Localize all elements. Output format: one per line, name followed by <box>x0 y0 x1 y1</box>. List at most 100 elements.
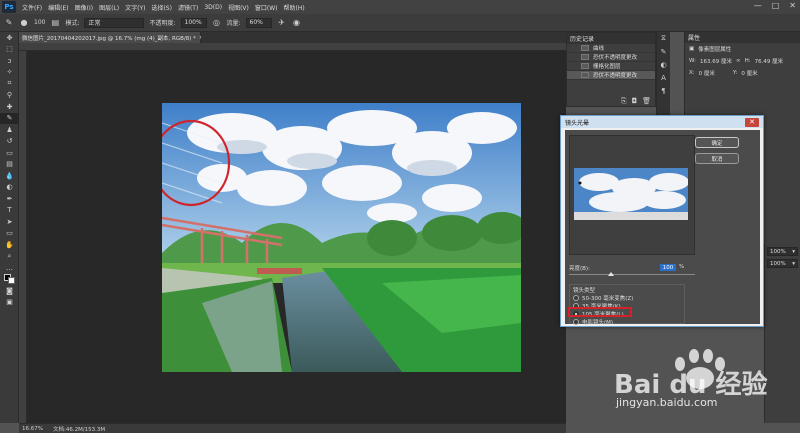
gradient-tool-icon[interactable]: ▤ <box>0 159 19 171</box>
screen-mode-icon[interactable]: ▣ <box>0 297 19 309</box>
width-field[interactable]: 163.69 厘米 <box>700 57 732 65</box>
dodge-tool-icon[interactable]: ◐ <box>0 182 19 194</box>
history-item[interactable]: 曲线 <box>567 44 655 53</box>
document-tab-title: 微信图片_20170404202017.jpg @ 16.7% (mg (4)_… <box>22 35 196 42</box>
history-icon[interactable]: ⧖ <box>657 32 670 45</box>
document-tab[interactable]: 微信图片_20170404202017.jpg @ 16.7% (mg (4)_… <box>19 32 203 43</box>
brightness-slider-track[interactable] <box>569 274 695 275</box>
brightness-label: 亮度(B): <box>569 266 590 272</box>
properties-title[interactable]: 属性 <box>688 33 700 42</box>
brush-tool-icon[interactable]: ✎ <box>0 112 19 124</box>
healing-tool-icon[interactable]: ✚ <box>0 101 19 113</box>
preview-thumbnail[interactable] <box>574 168 688 220</box>
baidu-watermark: Bai du 经验 jingyan.baidu.com <box>614 342 794 412</box>
ok-button[interactable]: 确定 <box>695 137 739 148</box>
mode-label: 模式: <box>65 20 80 27</box>
opacity-label: 不透明度: <box>149 20 176 27</box>
menu-file[interactable]: 文件(F) <box>19 3 45 12</box>
pressure-opacity-icon[interactable]: ◎ <box>212 18 222 28</box>
history-panel-header: 历史记录 <box>567 33 655 44</box>
trash-icon[interactable]: 🗑 <box>642 97 651 105</box>
dialog-close-button[interactable]: ✕ <box>745 117 759 127</box>
blur-tool-icon[interactable]: 💧 <box>0 170 19 182</box>
properties-subtitle-row: ▣ 像素图层属性 <box>685 43 800 55</box>
y-field[interactable]: 0 厘米 <box>741 69 757 77</box>
hand-tool-icon[interactable]: ✋ <box>0 239 19 251</box>
paragraph-icon[interactable]: ¶ <box>657 84 670 97</box>
path-select-tool-icon[interactable]: ➤ <box>0 216 19 228</box>
opacity-field[interactable]: 100% <box>180 17 207 28</box>
brightness-input[interactable]: 100 <box>660 264 676 271</box>
airbrush-icon[interactable]: ✈ <box>277 18 287 28</box>
status-bar: 16.67% 文档:46.2M/153.3M <box>19 423 566 433</box>
history-item-selected[interactable]: 恐伏不透明度更改 <box>567 71 655 80</box>
pen-tool-icon[interactable]: ✒ <box>0 193 19 205</box>
menu-window[interactable]: 窗口(W) <box>252 3 281 12</box>
link-icon[interactable]: ∞ <box>736 58 741 64</box>
history-item[interactable]: 栅格化图层 <box>567 62 655 71</box>
quick-select-tool-icon[interactable]: ✧ <box>0 67 19 79</box>
vertical-ruler <box>19 51 27 423</box>
lasso-tool-icon[interactable]: ↄ <box>0 55 19 67</box>
pressure-size-icon[interactable]: ◉ <box>292 18 302 28</box>
tools-panel: ✥ ⬚ ↄ ✧ ⌗ ⚲ ✚ ✎ ♟ ↺ ▭ ▤ 💧 ◐ ✒ T ➤ ▭ ✋ ⌕ … <box>0 32 19 423</box>
layer-fill-field[interactable]: 100% ▾ <box>767 259 798 268</box>
minimize-button[interactable]: — <box>754 1 762 10</box>
eyedropper-tool-icon[interactable]: ⚲ <box>0 90 19 102</box>
brush-panel-icon[interactable]: ▤ <box>50 18 60 28</box>
adjustments-icon[interactable]: ◐ <box>657 58 670 71</box>
size-row: W: 163.69 厘米 ∞ H: 76.49 厘米 <box>689 57 784 65</box>
menu-bar: Ps 文件(F) 编辑(E) 图像(I) 图层(L) 文字(Y) 选择(S) 滤… <box>0 0 800 14</box>
window-controls: — □ ✕ <box>754 1 796 10</box>
brush-settings-icon[interactable]: ✎ <box>657 45 670 58</box>
menu-view[interactable]: 视图(V) <box>225 3 252 12</box>
stamp-tool-icon[interactable]: ♟ <box>0 124 19 136</box>
menu-help[interactable]: 帮助(H) <box>281 3 308 12</box>
lens-option-50-300[interactable]: 50-300 毫米变焦(Z) <box>573 294 681 302</box>
snapshot-icon[interactable]: ◘ <box>632 97 638 105</box>
history-panel-title[interactable]: 历史记录 <box>570 34 594 43</box>
quick-mask-icon[interactable]: ◙ <box>0 285 19 297</box>
document-image[interactable] <box>162 103 521 372</box>
lens-option-movie[interactable]: 电影镜头(M) <box>573 318 681 326</box>
character-icon[interactable]: A <box>657 71 670 84</box>
cancel-button[interactable]: 取消 <box>695 153 739 164</box>
preview-frame <box>569 135 695 255</box>
new-document-icon[interactable]: ⎘ <box>621 97 627 106</box>
type-tool-icon[interactable]: T <box>0 205 19 217</box>
brightness-slider-thumb[interactable] <box>607 272 614 276</box>
brush-tip-icon[interactable]: ● <box>19 18 29 28</box>
crop-tool-icon[interactable]: ⌗ <box>0 78 19 90</box>
history-brush-tool-icon[interactable]: ↺ <box>0 136 19 148</box>
mode-select[interactable]: 正常 <box>84 17 145 28</box>
pixel-layer-icon: ▣ <box>689 46 695 52</box>
radio-icon <box>573 295 579 301</box>
menu-select[interactable]: 选择(S) <box>148 3 175 12</box>
eraser-tool-icon[interactable]: ▭ <box>0 147 19 159</box>
x-field[interactable]: 0 厘米 <box>699 69 715 77</box>
menu-image[interactable]: 图像(I) <box>72 3 96 12</box>
menu-edit[interactable]: 编辑(E) <box>45 3 71 12</box>
options-bar: ✎ ● 100 ▤ 模式: 正常 不透明度: 100% ◎ 流量: 60% ✈ … <box>0 14 800 32</box>
height-field[interactable]: 76.49 厘米 <box>755 57 784 65</box>
zoom-tool-icon[interactable]: ⌕ <box>0 251 19 263</box>
brush-tool-preset-icon[interactable]: ✎ <box>4 18 14 28</box>
close-window-button[interactable]: ✕ <box>789 1 796 10</box>
shape-tool-icon[interactable]: ▭ <box>0 228 19 240</box>
marquee-tool-icon[interactable]: ⬚ <box>0 44 19 56</box>
menu-type[interactable]: 文字(Y) <box>122 3 148 12</box>
maximize-button[interactable]: □ <box>772 1 780 10</box>
menu-filter[interactable]: 滤镜(T) <box>175 3 201 12</box>
menu-3d[interactable]: 3D(D) <box>201 4 225 11</box>
zoom-level[interactable]: 16.67% <box>22 426 43 432</box>
history-item[interactable]: 恐伏不透明度更改 <box>567 53 655 62</box>
color-swatches-icon[interactable] <box>0 274 19 286</box>
more-tools-icon[interactable]: … <box>0 262 19 274</box>
layer-opacity-field[interactable]: 100% ▾ <box>767 247 798 256</box>
history-footer: ⎘ ◘ 🗑 <box>567 96 655 106</box>
menu-layer[interactable]: 图层(L) <box>96 3 122 12</box>
flow-field[interactable]: 60% <box>245 17 272 28</box>
move-tool-icon[interactable]: ✥ <box>0 32 19 44</box>
dialog-title-bar[interactable]: 镜头光晕 ✕ <box>561 116 763 128</box>
radio-icon <box>573 319 579 325</box>
